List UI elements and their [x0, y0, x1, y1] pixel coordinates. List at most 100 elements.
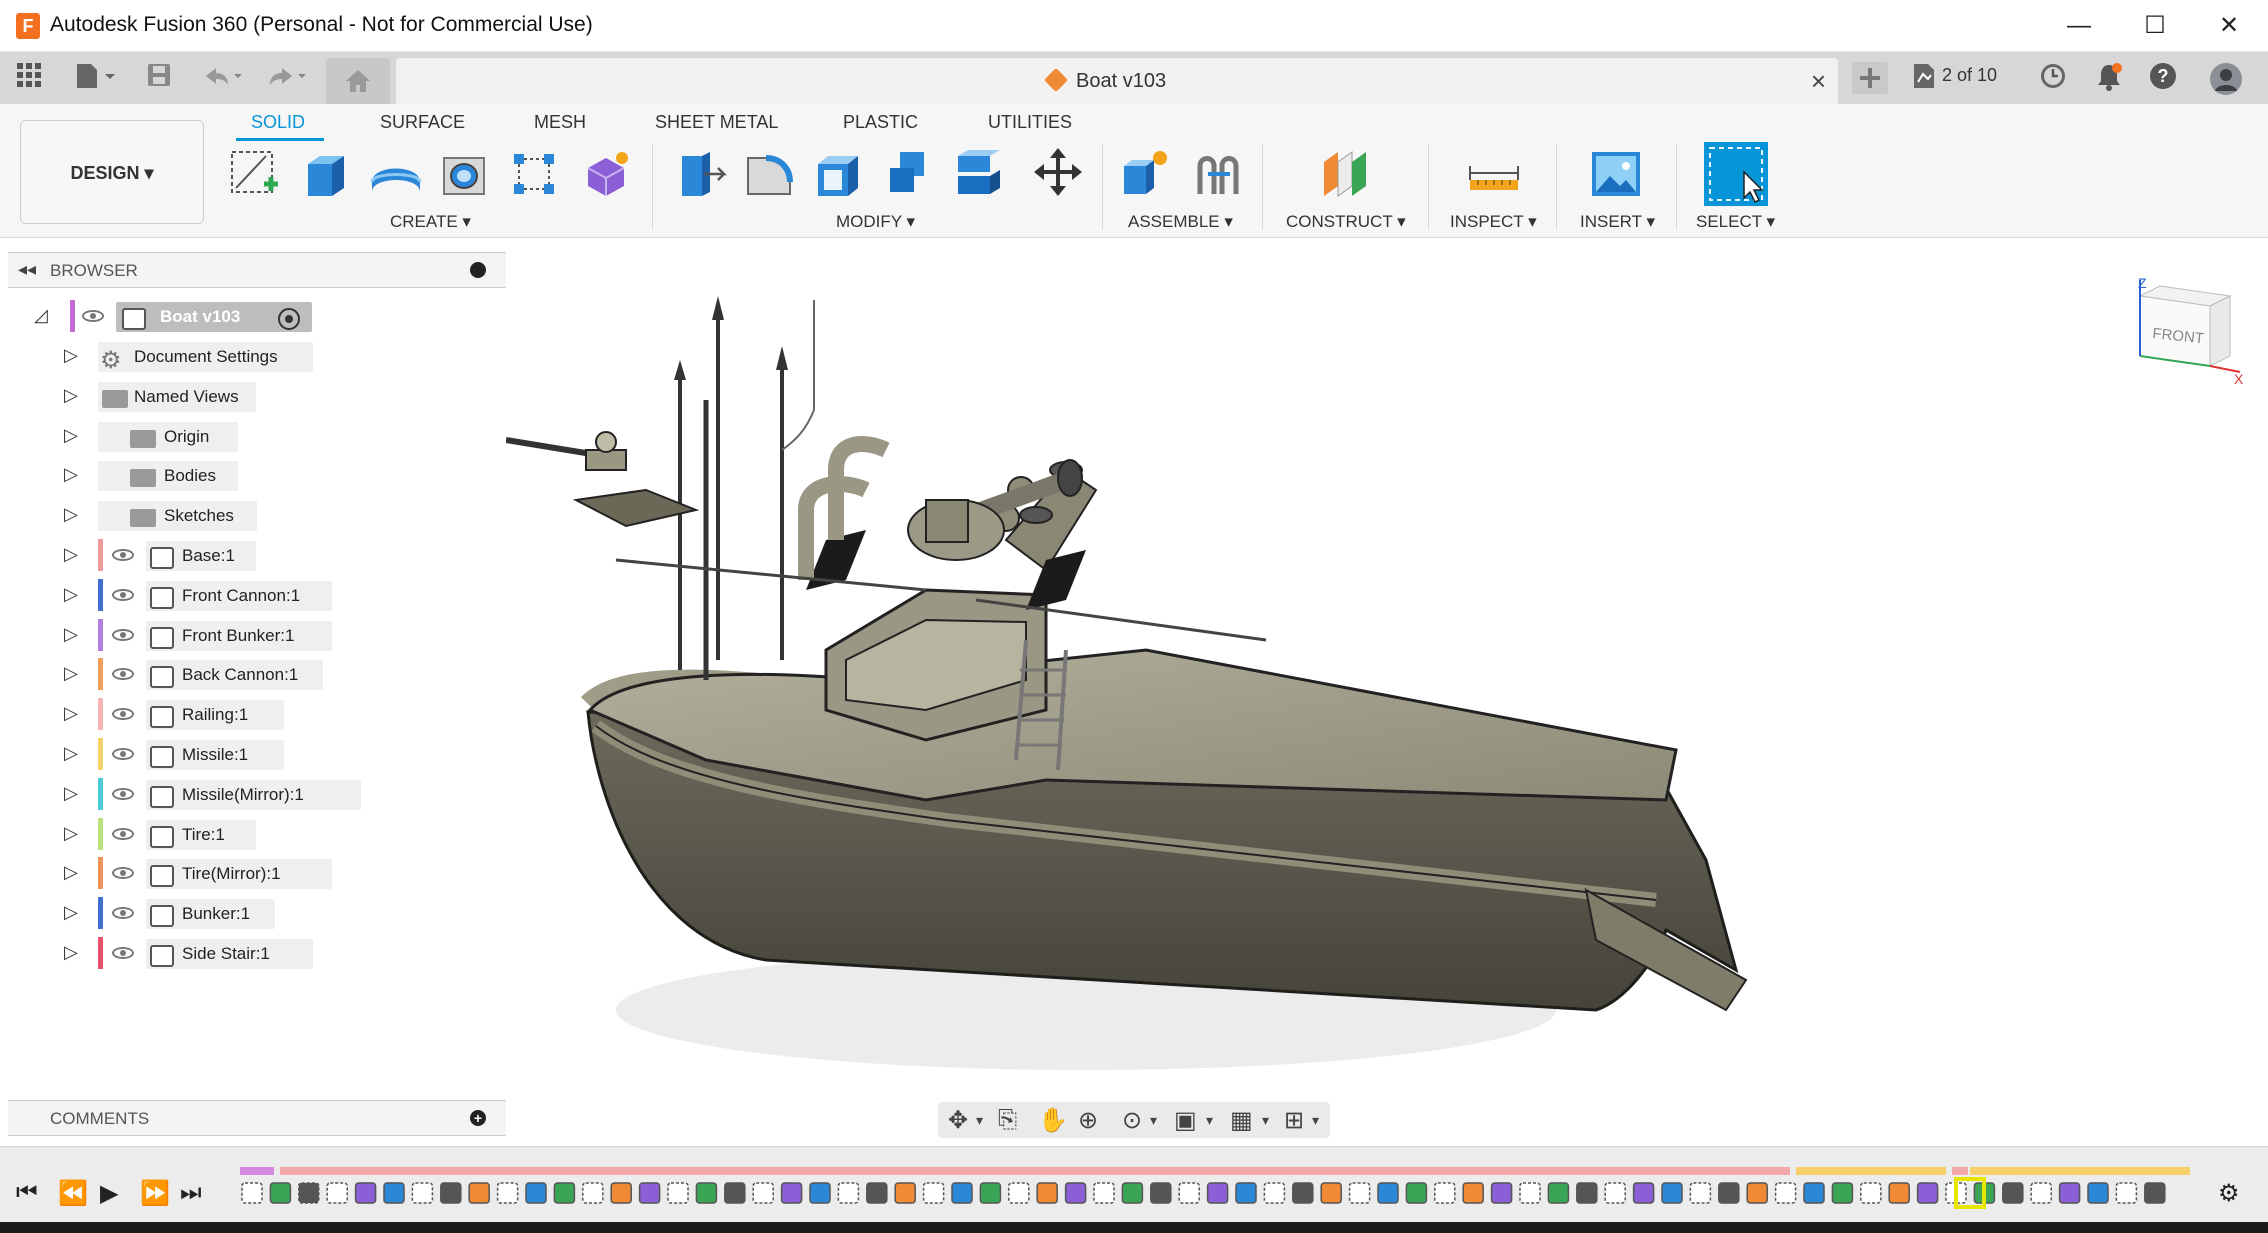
- timeline-feature-icon[interactable]: [1462, 1182, 1484, 1204]
- timeline-feature-icon[interactable]: [383, 1182, 405, 1204]
- browser-item[interactable]: ▷ Front Bunker:1: [30, 618, 350, 653]
- document-tab[interactable]: Boat v103 ×: [396, 58, 1838, 104]
- shell-icon[interactable]: [812, 144, 868, 204]
- visibility-eye-icon[interactable]: [82, 310, 104, 322]
- browser-node[interactable]: Missile:1: [146, 740, 285, 770]
- timeline-feature-icon[interactable]: [638, 1182, 661, 1204]
- timeline-feature-icon[interactable]: [866, 1182, 888, 1204]
- tab-sheet-metal[interactable]: SHEET METAL: [655, 112, 778, 133]
- tab-utilities[interactable]: UTILITIES: [988, 112, 1072, 133]
- timeline-feature-icon[interactable]: [440, 1182, 462, 1204]
- timeline-feature-icon[interactable]: [2030, 1182, 2052, 1204]
- browser-node[interactable]: Back Cannon:1: [146, 660, 323, 691]
- timeline-feature-icon[interactable]: [667, 1182, 689, 1204]
- new-tab-plus-icon[interactable]: [1852, 62, 1888, 94]
- assemble-menu[interactable]: ASSEMBLE ▾: [1128, 212, 1233, 232]
- timeline-feature-icon[interactable]: [1036, 1182, 1058, 1204]
- viewports-icon[interactable]: ⊞: [1284, 1106, 1304, 1135]
- timeline-first-icon[interactable]: ⏮: [16, 1179, 38, 1207]
- timeline-last-icon[interactable]: ⏭: [180, 1179, 202, 1207]
- timeline-prev-icon[interactable]: ⏪: [58, 1179, 88, 1208]
- browser-item[interactable]: ▷ Side Stair:1: [30, 937, 350, 971]
- expand-triangle-icon[interactable]: ▷: [64, 942, 78, 963]
- timeline-feature-icon[interactable]: [1860, 1182, 1882, 1204]
- orbit-dropdown-icon[interactable]: ▾: [976, 1112, 983, 1129]
- insert-menu[interactable]: INSERT ▾: [1580, 212, 1655, 232]
- visibility-eye-icon[interactable]: [112, 867, 134, 880]
- grid-dropdown-icon[interactable]: ▾: [1262, 1112, 1269, 1129]
- browser-node[interactable]: Bodies: [98, 461, 238, 492]
- timeline-feature-icon[interactable]: [1150, 1182, 1172, 1204]
- form-icon[interactable]: [580, 144, 636, 204]
- expand-triangle-icon[interactable]: ▷: [64, 902, 78, 923]
- visibility-eye-icon[interactable]: [112, 947, 134, 959]
- move-copy-icon[interactable]: [1030, 144, 1086, 204]
- workspace-switcher[interactable]: DESIGN ▾: [20, 120, 204, 224]
- timeline-feature-icon[interactable]: [2002, 1182, 2024, 1204]
- clock-icon[interactable]: [2038, 62, 2068, 94]
- timeline-feature-icon[interactable]: [724, 1182, 746, 1204]
- timeline-feature-icon[interactable]: [922, 1182, 945, 1204]
- expand-triangle-icon[interactable]: ▷: [64, 862, 78, 883]
- timeline-feature-icon[interactable]: [1718, 1182, 1740, 1204]
- expand-triangle-icon[interactable]: ▷: [64, 743, 78, 764]
- new-component-icon[interactable]: [1118, 144, 1174, 204]
- timeline-feature-icon[interactable]: [2115, 1182, 2138, 1204]
- undo-icon[interactable]: [196, 62, 246, 94]
- visibility-eye-icon[interactable]: [112, 748, 134, 760]
- browser-item[interactable]: ▷ ⚙ Document Settings: [30, 340, 350, 374]
- browser-item[interactable]: ▷ Front Cannon:1: [30, 578, 350, 613]
- timeline-feature-icon[interactable]: [496, 1182, 519, 1204]
- browser-node[interactable]: Sketches: [98, 501, 257, 532]
- expand-triangle-icon[interactable]: ▷: [64, 345, 78, 366]
- timeline-feature-icon[interactable]: [582, 1182, 604, 1204]
- timeline-feature-icon[interactable]: [809, 1182, 831, 1204]
- timeline-feature-icon[interactable]: [241, 1182, 263, 1204]
- fit-zoom-icon[interactable]: ⊙: [1122, 1106, 1142, 1135]
- timeline-next-icon[interactable]: ⏩: [140, 1179, 170, 1208]
- pan-hand-icon[interactable]: ✋: [1038, 1106, 1068, 1135]
- measure-icon[interactable]: [1466, 144, 1522, 204]
- timeline-feature-icon[interactable]: [1093, 1182, 1115, 1204]
- timeline-feature-icon[interactable]: [837, 1182, 860, 1204]
- select-icon[interactable]: [1704, 142, 1768, 206]
- orbit-icon[interactable]: ✥: [948, 1106, 968, 1135]
- timeline-feature-icon[interactable]: [1916, 1182, 1939, 1204]
- browser-node[interactable]: Railing:1: [146, 700, 285, 731]
- save-icon[interactable]: [144, 62, 174, 94]
- timeline-settings-gear-icon[interactable]: ⚙: [2218, 1179, 2240, 1208]
- browser-item[interactable]: ▷ Sketches: [30, 499, 350, 533]
- timeline-feature-icon[interactable]: [2058, 1182, 2081, 1204]
- timeline-feature-icon[interactable]: [1888, 1182, 1910, 1204]
- maximize-button[interactable]: ☐: [2132, 8, 2178, 44]
- visibility-eye-icon[interactable]: [112, 827, 134, 840]
- fillet-icon[interactable]: [742, 144, 798, 204]
- add-comment-icon[interactable]: +: [470, 1110, 486, 1126]
- timeline-feature-icon[interactable]: [411, 1182, 434, 1204]
- tab-plastic[interactable]: PLASTIC: [843, 112, 918, 133]
- browser-node[interactable]: Front Bunker:1: [146, 620, 333, 651]
- timeline-feature-icon[interactable]: [269, 1182, 292, 1204]
- expand-triangle-icon[interactable]: ▷: [64, 663, 78, 684]
- visibility-eye-icon[interactable]: [112, 668, 134, 681]
- timeline-feature-icon[interactable]: [1803, 1182, 1825, 1204]
- close-tab-icon[interactable]: ×: [1811, 66, 1826, 97]
- browser-item[interactable]: ▷ Tire:1: [30, 817, 350, 852]
- job-status-icon[interactable]: [1908, 62, 1938, 94]
- timeline-feature-icon[interactable]: [354, 1182, 377, 1204]
- timeline-feature-icon[interactable]: [1292, 1182, 1314, 1204]
- help-icon[interactable]: ?: [2148, 62, 2178, 94]
- collapse-panel-icon[interactable]: ◂◂: [18, 259, 36, 280]
- browser-node[interactable]: Base:1: [146, 541, 256, 571]
- home-tab-icon[interactable]: [326, 58, 390, 104]
- timeline-feature-icon[interactable]: [1774, 1182, 1797, 1204]
- offset-plane-icon[interactable]: [1318, 144, 1374, 204]
- timeline-feature-icon[interactable]: [1121, 1182, 1144, 1204]
- expand-triangle-icon[interactable]: ▷: [64, 425, 78, 446]
- notification-bell-icon[interactable]: [2094, 62, 2124, 94]
- extrude-icon[interactable]: [298, 144, 354, 204]
- pattern-icon[interactable]: [508, 144, 564, 204]
- browser-node[interactable]: Missile(Mirror):1: [146, 779, 362, 810]
- timeline-feature-icon[interactable]: [1064, 1182, 1087, 1204]
- browser-node[interactable]: Front Cannon:1: [146, 580, 333, 611]
